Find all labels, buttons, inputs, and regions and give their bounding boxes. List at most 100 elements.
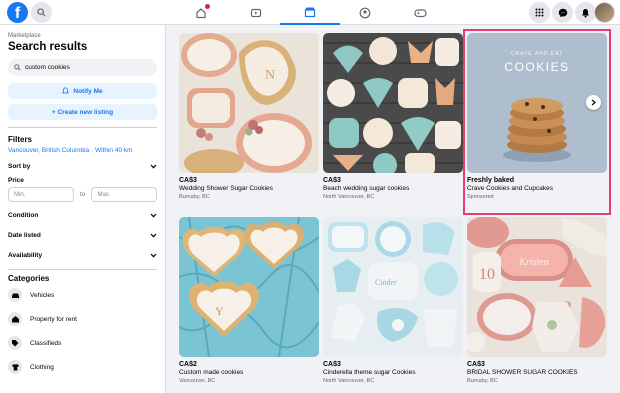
listing-photo[interactable]: Kristen 10: [467, 217, 607, 357]
listing-title: BRIDAL SHOWER SUGAR COOKIES: [467, 369, 578, 376]
price-label: Price: [8, 177, 24, 184]
notify-me-label: Notify Me: [73, 87, 103, 95]
listing-photo[interactable]: [323, 33, 463, 173]
listing-photo[interactable]: N: [179, 33, 319, 173]
category-label: Clothing: [30, 363, 54, 371]
nav-tab-groups[interactable]: [335, 0, 395, 25]
notifications-button[interactable]: [575, 2, 596, 23]
listing-location: Vancouver, BC: [179, 378, 216, 384]
date-listed-label: Date listed: [8, 231, 41, 239]
filters-title: Filters: [8, 135, 33, 144]
chevron-down-icon: [150, 233, 157, 238]
create-listing-label: + Create new listing: [51, 108, 114, 116]
listing-price: CA$3: [179, 177, 197, 184]
category-clothing[interactable]: Clothing: [8, 355, 157, 379]
svg-text:10: 10: [479, 266, 495, 283]
category-vehicles[interactable]: Vehicles: [8, 283, 157, 307]
sort-by-dropdown[interactable]: Sort by: [8, 156, 157, 176]
listing-price: CA$3: [323, 177, 341, 184]
gaming-icon: [413, 8, 427, 17]
top-navigation-bar: f: [0, 0, 620, 25]
condition-label: Condition: [8, 211, 39, 219]
listing-headline: Freshly baked: [467, 177, 515, 184]
listing-card[interactable]: Cinder CA$3 Cinderella theme sugar Cooki…: [323, 217, 463, 393]
house-icon: [8, 312, 22, 326]
listing-card[interactable]: CA$3 Beach wedding sugar cookies North V…: [323, 33, 463, 211]
messenger-button[interactable]: [552, 2, 573, 23]
create-listing-button[interactable]: + Create new listing: [8, 104, 157, 120]
cookie-lettering: Kristen: [518, 257, 548, 268]
date-listed-dropdown[interactable]: Date listed: [8, 225, 157, 245]
divider: [8, 269, 157, 270]
listing-photo[interactable]: Cinder: [323, 217, 463, 357]
tag-icon: [8, 336, 22, 350]
category-classifieds[interactable]: Classifieds: [8, 331, 157, 355]
divider: [8, 127, 157, 128]
listing-card[interactable]: N CA$3 Wedding Shower Sugar Cookies Burn…: [179, 33, 319, 211]
listing-price: CA$3: [467, 361, 485, 368]
menu-grid-icon: [535, 8, 544, 17]
category-property-for-rent[interactable]: Property for rent: [8, 307, 157, 331]
profile-avatar[interactable]: [594, 2, 615, 23]
nav-tab-home[interactable]: [171, 0, 231, 25]
listing-card[interactable]: Y CA$2 Custom made cookies Vancouver, BC: [179, 217, 319, 393]
listing-price: CA$3: [323, 361, 341, 368]
search-input[interactable]: custom cookies: [8, 59, 157, 76]
price-range: Min. to Max.: [8, 187, 157, 202]
sort-by-label: Sort by: [8, 162, 31, 170]
groups-icon: [359, 7, 371, 18]
page-title: Search results: [8, 41, 88, 53]
max-price-input[interactable]: Max.: [91, 187, 157, 202]
listing-title: Crave Cookies and Cupcakes: [467, 185, 553, 192]
menu-button[interactable]: [529, 2, 550, 23]
nav-tab-gaming[interactable]: [390, 0, 450, 25]
listing-location: Burnaby, BC: [179, 194, 210, 200]
listing-title: Wedding Shower Sugar Cookies: [179, 185, 273, 192]
availability-label: Availability: [8, 251, 43, 259]
notifications-icon: [582, 8, 589, 18]
chevron-down-icon: [150, 164, 157, 169]
marketplace-sidebar: Marketplace Search results custom cookie…: [0, 25, 166, 393]
svg-text:Y: Y: [215, 304, 224, 318]
car-icon: [8, 288, 22, 302]
price-to-label: to: [79, 191, 85, 198]
category-label: Vehicles: [30, 291, 55, 299]
condition-dropdown[interactable]: Condition: [8, 205, 157, 225]
facebook-logo[interactable]: f: [7, 2, 28, 23]
category-label: Classifieds: [30, 339, 62, 347]
breadcrumb[interactable]: Marketplace: [8, 33, 157, 39]
listing-location: Burnaby, BC: [467, 378, 498, 384]
listing-card[interactable]: Kristen 10 CA$3 BRIDAL SHOWER SUGAR COOK…: [467, 217, 607, 393]
shirt-icon: [8, 360, 22, 374]
svg-text:Cinder: Cinder: [375, 278, 397, 287]
chevron-down-icon: [150, 213, 157, 218]
chevron-down-icon: [150, 253, 157, 258]
bell-icon: [62, 87, 70, 94]
notification-dot: [205, 4, 210, 9]
categories-title: Categories: [8, 274, 50, 283]
listing-photo[interactable]: Y: [179, 217, 319, 357]
listing-location: North Vancouver, BC: [323, 194, 375, 200]
listing-location: North Vancouver, BC: [323, 378, 375, 384]
sponsored-label: Sponsored: [467, 194, 494, 200]
search-value: custom cookies: [25, 64, 70, 71]
carousel-next-button[interactable]: [586, 95, 601, 110]
listing-title: Custom made cookies: [179, 369, 244, 376]
sponsored-listing-card[interactable]: CRAVE AND EAT COOKIES Freshly baked Crav…: [463, 29, 611, 215]
search-button[interactable]: [31, 2, 52, 23]
location-filter-link[interactable]: Vancouver, British Columbia · Within 40 …: [8, 147, 157, 154]
listing-photo[interactable]: CRAVE AND EAT COOKIES: [467, 33, 607, 173]
listing-title: Beach wedding sugar cookies: [323, 185, 410, 192]
notify-me-button[interactable]: Notify Me: [8, 83, 157, 99]
marketplace-icon: [304, 7, 316, 17]
messenger-icon: [558, 8, 567, 17]
svg-text:N: N: [265, 68, 275, 83]
search-icon: [37, 8, 46, 17]
min-price-input[interactable]: Min.: [8, 187, 74, 202]
nav-tab-marketplace[interactable]: [280, 0, 340, 25]
chevron-right-icon: [591, 99, 596, 106]
search-icon: [14, 64, 21, 71]
availability-dropdown[interactable]: Availability: [8, 245, 157, 265]
category-label: Property for rent: [30, 315, 77, 323]
nav-tab-watch[interactable]: [226, 0, 286, 25]
